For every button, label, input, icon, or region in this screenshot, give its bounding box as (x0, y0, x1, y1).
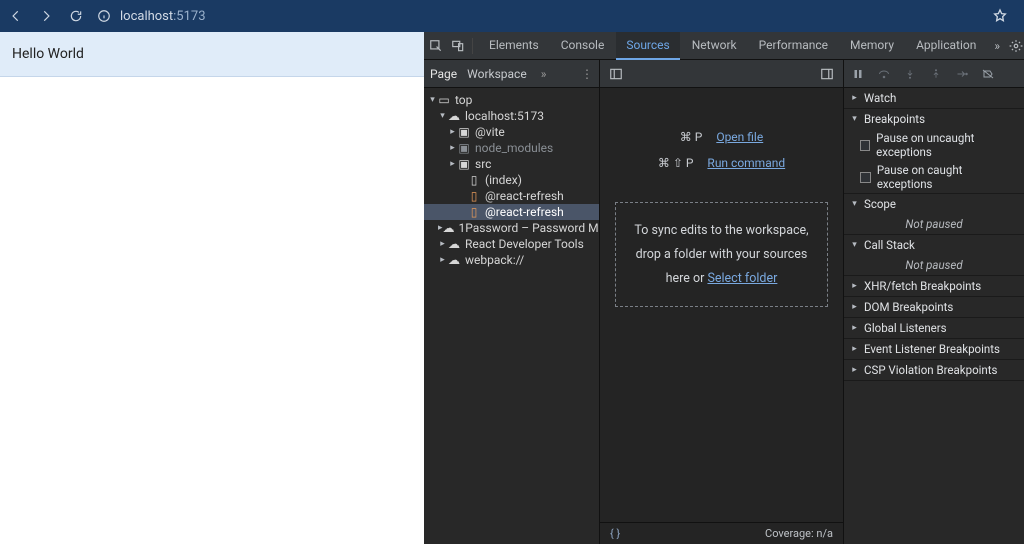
callstack-section[interactable]: ▾Call Stack (844, 235, 1024, 255)
cloud-icon: ☁ (447, 253, 461, 267)
scope-section[interactable]: ▾Scope (844, 194, 1024, 214)
sources-navigator: Page Workspace » ⋮ ▾▭top ▾☁localhost:517… (424, 60, 600, 544)
file-tree: ▾▭top ▾☁localhost:5173 ▸▣@vite ▸▣node_mo… (424, 88, 599, 544)
run-command-hint: ⌘ ⇧ P Run command (658, 156, 785, 170)
subtabs-kebab-icon[interactable]: ⋮ (581, 67, 593, 81)
tab-application[interactable]: Application (906, 32, 986, 60)
step-into-icon[interactable] (902, 66, 918, 82)
cloud-icon: ☁ (447, 237, 461, 251)
device-toggle-icon[interactable] (450, 38, 466, 54)
tree-row[interactable]: ▸▣src (424, 156, 599, 172)
callstack-not-paused: Not paused (844, 255, 1024, 275)
watch-section[interactable]: ▸Watch (844, 88, 1024, 108)
tab-sources[interactable]: Sources (616, 32, 679, 60)
window-icon: ▭ (437, 93, 451, 107)
folder-icon: ▣ (457, 141, 471, 155)
tree-row[interactable]: ▸☁webpack:// (424, 252, 599, 268)
scope-not-paused: Not paused (844, 214, 1024, 234)
debugger-sidebar: ▸Watch ▾Breakpoints Pause on uncaught ex… (844, 60, 1024, 544)
tab-console[interactable]: Console (551, 32, 615, 60)
tab-network[interactable]: Network (682, 32, 747, 60)
subtab-workspace[interactable]: Workspace (467, 67, 527, 81)
page-content: Hello World (0, 32, 424, 77)
settings-gear-icon[interactable] (1008, 38, 1024, 54)
event-listener-breakpoints-section[interactable]: ▸Event Listener Breakpoints (844, 339, 1024, 359)
browser-toolbar: localhost:5173 (0, 0, 1024, 32)
file-icon: ▯ (467, 189, 481, 203)
tree-row[interactable]: ▸▣@vite (424, 124, 599, 140)
devtools: Elements Console Sources Network Perform… (424, 32, 1024, 544)
pretty-print-icon[interactable]: { } (610, 527, 620, 540)
toggle-navigator-icon[interactable] (608, 66, 624, 82)
page-viewport: Hello World (0, 32, 424, 544)
pause-icon[interactable] (850, 66, 866, 82)
global-listeners-section[interactable]: ▸Global Listeners (844, 318, 1024, 338)
step-over-icon[interactable] (876, 66, 892, 82)
tree-row[interactable]: ▯@react-refresh (424, 188, 599, 204)
sources-editor: ⌘ P Open file ⌘ ⇧ P Run command To sync … (600, 60, 844, 544)
select-folder-link[interactable]: Select folder (707, 271, 777, 286)
inspect-icon[interactable] (428, 38, 444, 54)
address-bar[interactable]: localhost:5173 (120, 9, 206, 24)
bookmark-star-icon[interactable] (992, 8, 1008, 24)
open-file-hint: ⌘ P Open file (680, 130, 763, 144)
tab-memory[interactable]: Memory (840, 32, 904, 60)
folder-icon: ▣ (457, 157, 471, 171)
subtab-page[interactable]: Page (430, 67, 457, 81)
site-info-icon[interactable] (96, 8, 112, 24)
breakpoints-section[interactable]: ▾Breakpoints (844, 109, 1024, 129)
workspace-dropzone[interactable]: To sync edits to the workspace, drop a f… (615, 202, 827, 307)
dom-breakpoints-section[interactable]: ▸DOM Breakpoints (844, 297, 1024, 317)
step-icon[interactable] (954, 66, 970, 82)
toggle-debugger-icon[interactable] (819, 66, 835, 82)
tree-row[interactable]: ▾☁localhost:5173 (424, 108, 599, 124)
back-icon[interactable] (8, 8, 24, 24)
step-out-icon[interactable] (928, 66, 944, 82)
run-command-link[interactable]: Run command (707, 156, 785, 170)
cloud-icon: ☁ (447, 109, 461, 123)
cloud-icon: ☁ (443, 221, 455, 235)
tab-performance[interactable]: Performance (749, 32, 838, 60)
more-tabs-icon[interactable]: » (988, 39, 1006, 53)
reload-icon[interactable] (68, 8, 84, 24)
file-icon: ▯ (467, 205, 481, 219)
more-subtabs-icon[interactable]: » (541, 67, 547, 81)
csp-violation-breakpoints-section[interactable]: ▸CSP Violation Breakpoints (844, 360, 1024, 380)
xhr-breakpoints-section[interactable]: ▸XHR/fetch Breakpoints (844, 276, 1024, 296)
tree-row[interactable]: ▯@react-refresh (424, 204, 599, 220)
folder-icon: ▣ (457, 125, 471, 139)
tree-row[interactable]: ▾▭top (424, 92, 599, 108)
forward-icon[interactable] (38, 8, 54, 24)
coverage-label: Coverage: n/a (765, 527, 833, 540)
open-file-link[interactable]: Open file (716, 130, 763, 144)
tree-row[interactable]: ▸☁React Developer Tools (424, 236, 599, 252)
tree-row[interactable]: ▯(index) (424, 172, 599, 188)
file-icon: ▯ (467, 173, 481, 187)
deactivate-breakpoints-icon[interactable] (980, 66, 996, 82)
pause-uncaught-checkbox[interactable]: Pause on uncaught exceptions (844, 129, 1024, 161)
tab-elements[interactable]: Elements (479, 32, 549, 60)
tree-row[interactable]: ▸☁1Password – Password Manager (424, 220, 599, 236)
devtools-tabbar: Elements Console Sources Network Perform… (424, 32, 1024, 60)
pause-caught-checkbox[interactable]: Pause on caught exceptions (844, 161, 1024, 193)
tree-row[interactable]: ▸▣node_modules (424, 140, 599, 156)
